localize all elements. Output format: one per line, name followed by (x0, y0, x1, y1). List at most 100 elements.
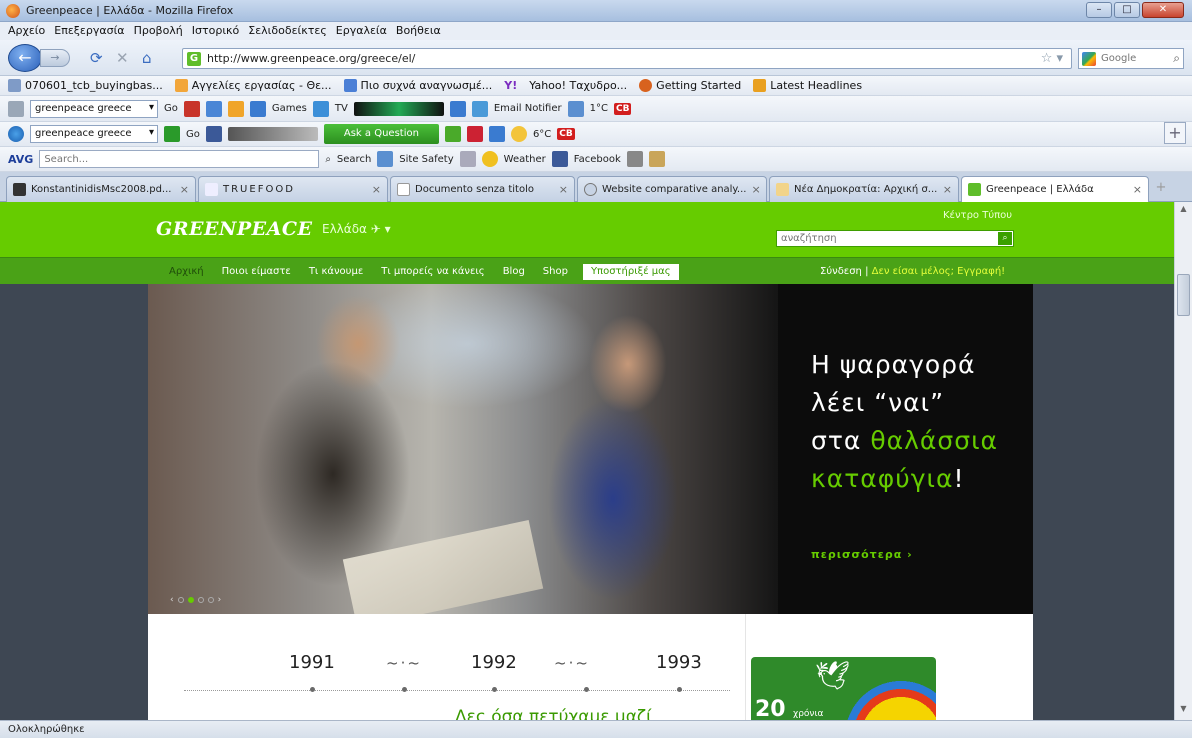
avg-logo[interactable]: AVG (8, 153, 33, 166)
avg-search-button[interactable]: Search (337, 154, 371, 165)
slider-prev-icon[interactable]: ‹ (170, 595, 174, 605)
bookmark-item[interactable]: Latest Headlines (753, 79, 862, 92)
menu-bookmarks[interactable]: Σελιδοδείκτες (248, 22, 327, 40)
bookmark-star-icon[interactable]: ☆ ▾ (1041, 51, 1063, 66)
page-options-icon[interactable] (459, 151, 476, 167)
press-center-link[interactable]: Κέντρο Τύπου (943, 210, 1012, 221)
notepad-icon[interactable] (648, 151, 665, 167)
country-selector[interactable]: Ελλάδα ✈ ▾ (322, 222, 391, 236)
bookmark-item[interactable]: Getting Started (639, 79, 741, 92)
globe-icon[interactable] (488, 126, 505, 142)
facebook-icon[interactable] (205, 126, 222, 142)
new-tab-icon[interactable]: + (1151, 176, 1171, 201)
close-window-button[interactable]: ✕ (1142, 2, 1184, 18)
toolbar2-go-button[interactable]: Go (186, 129, 200, 140)
close-tab-icon[interactable]: × (943, 183, 952, 196)
nav-what-we-do[interactable]: Τι κάνουμε (300, 258, 372, 285)
media-player-widget[interactable] (227, 127, 318, 141)
bookmark-item[interactable]: 070601_tcb_buyingbas... (8, 79, 163, 92)
vertical-scrollbar[interactable]: ▲ ▼ (1174, 202, 1192, 720)
avg-search-input[interactable] (39, 150, 320, 168)
slider-dot[interactable] (177, 597, 184, 603)
site-safety-button[interactable]: Site Safety (399, 154, 453, 165)
slider-dot[interactable] (197, 597, 204, 603)
hero-banner[interactable]: Η ψαραγορά λέει “ναι” στα θαλάσσια καταφ… (148, 284, 1033, 614)
video-icon[interactable] (466, 126, 483, 142)
menu-file[interactable]: Αρχείο (8, 22, 45, 40)
nav-home[interactable]: Αρχική (160, 258, 213, 285)
photo-icon[interactable] (205, 100, 222, 117)
close-tab-icon[interactable]: × (559, 183, 568, 196)
greenpeace-logo[interactable]: GREENPEACE (156, 218, 312, 240)
games-menu[interactable]: Games (272, 103, 307, 114)
anniversary-badge[interactable]: 🕊 20 χρόνια (751, 657, 936, 720)
news-icon[interactable] (183, 100, 200, 117)
close-tab-icon[interactable]: × (751, 183, 760, 196)
bookmark-item[interactable]: Πιο συχνά αναγνωσμέ... (343, 79, 492, 92)
nav-blog[interactable]: Blog (494, 258, 534, 285)
weather-button[interactable]: Weather (504, 154, 546, 165)
menu-view[interactable]: Προβολή (134, 22, 183, 40)
close-tab-icon[interactable]: × (180, 183, 189, 196)
close-tab-icon[interactable]: × (372, 183, 381, 196)
cb-button-2[interactable]: CB (557, 128, 575, 140)
media-player-widget[interactable] (353, 101, 444, 116)
forward-button[interactable]: → (40, 49, 70, 67)
login-link[interactable]: Σύνδεση (820, 266, 862, 277)
tab-pdf[interactable]: KonstantinidisMsc2008.pd... × (6, 176, 196, 202)
browser-search-input[interactable] (1101, 51, 1167, 66)
yahoo-icon[interactable]: Y! (504, 79, 517, 92)
email-notifier-button[interactable]: Email Notifier (494, 103, 562, 114)
tab-website-analysis[interactable]: Website comparative analy... × (577, 176, 767, 202)
nav-who-we-are[interactable]: Ποιοι είμαστε (213, 258, 300, 285)
maximize-button[interactable]: □ (1114, 2, 1140, 18)
site-search-button-icon[interactable]: ⌕ (998, 232, 1012, 245)
scroll-down-icon[interactable]: ▼ (1177, 704, 1190, 718)
address-bar[interactable]: G http://www.greenpeace.org/greece/el/ ☆… (182, 48, 1072, 69)
menu-tools[interactable]: Εργαλεία (336, 22, 387, 40)
toolbar2-search-combo[interactable]: greenpeace greece (30, 125, 158, 143)
nav-shop[interactable]: Shop (534, 258, 577, 285)
support-us-button[interactable]: Υποστήριξέ μας (582, 263, 679, 280)
timeline-year[interactable]: 1991 (289, 652, 335, 673)
slider-dot[interactable] (207, 597, 214, 603)
close-tab-icon[interactable]: × (1133, 183, 1142, 196)
slider-next-icon[interactable]: › (218, 595, 222, 605)
bookmark-item[interactable]: Αγγελίες εργασίας - Θε... (174, 79, 332, 92)
minimize-button[interactable]: – (1086, 2, 1112, 18)
calculator-icon[interactable] (626, 151, 643, 167)
home-icon[interactable]: ⌂ (142, 49, 152, 67)
tab-documento[interactable]: Documento senza titolo × (390, 176, 575, 202)
cb-button[interactable]: CB (613, 102, 632, 115)
add-toolbar-icon[interactable]: + (1164, 122, 1186, 144)
browser-search-box[interactable]: ⌕ (1078, 48, 1184, 69)
toolbar1-search-combo[interactable]: greenpeace greece (30, 99, 158, 118)
stop-icon[interactable]: ✕ (116, 49, 129, 67)
reload-icon[interactable]: ⟳ (90, 49, 103, 67)
scroll-thumb[interactable] (1177, 274, 1190, 316)
menu-help[interactable]: Βοήθεια (396, 22, 441, 40)
bookmark-item[interactable]: Yahoo! Ταχυδρο... (529, 79, 627, 92)
timeline-year[interactable]: 1993 (656, 652, 702, 673)
search-icon[interactable]: ⌕ (1173, 51, 1180, 66)
tv-menu[interactable]: TV (335, 103, 348, 114)
tab-nea-dimokratia[interactable]: Νέα Δημοκρατία: Αρχική σ... × (769, 176, 959, 202)
slider-dot-active[interactable] (187, 597, 194, 603)
nav-what-you-can-do[interactable]: Τι μπορείς να κάνεις (372, 258, 493, 285)
facebook-button[interactable]: Facebook (574, 154, 621, 165)
site-search-input[interactable] (777, 231, 997, 246)
tab-truefood[interactable]: TRUEFOOD × (198, 176, 388, 202)
register-link[interactable]: Εγγραφή! (957, 266, 1005, 277)
hero-more-link[interactable]: περισσότερα › (811, 548, 913, 561)
weather-icon[interactable] (449, 100, 466, 117)
music-icon[interactable] (227, 100, 244, 117)
mail-icon[interactable] (444, 126, 461, 142)
tab-greenpeace[interactable]: Greenpeace | Ελλάδα × (961, 176, 1149, 202)
toolbar1-go-button[interactable]: Go (164, 103, 178, 114)
ask-a-question-button[interactable]: Ask a Question (323, 124, 439, 144)
menu-history[interactable]: Ιστορικό (192, 22, 240, 40)
menu-edit[interactable]: Επεξεργασία (54, 22, 124, 40)
scroll-up-icon[interactable]: ▲ (1177, 204, 1190, 218)
timeline-year[interactable]: 1992 (471, 652, 517, 673)
back-button[interactable]: ← (8, 44, 42, 72)
